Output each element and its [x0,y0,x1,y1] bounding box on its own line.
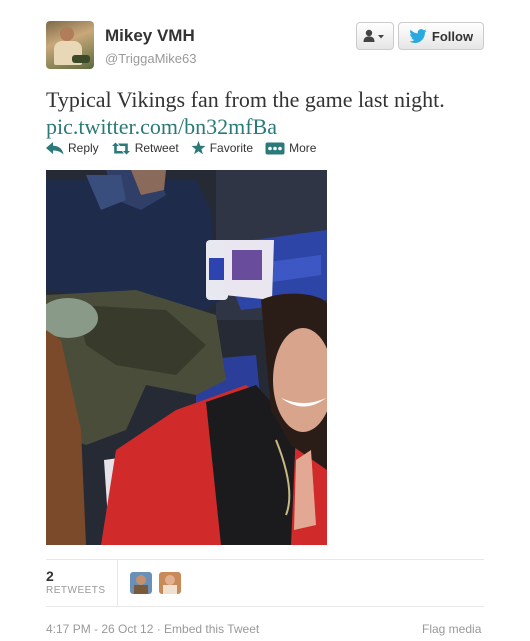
person-dropdown-icon [363,29,384,42]
star-icon [191,141,206,155]
more-label: More [289,141,317,155]
tweet-container: Mikey VMH @TriggaMike63 Follow Typical V… [0,0,530,641]
favorite-label: Favorite [209,141,254,155]
flag-media-link[interactable]: Flag media [422,622,481,636]
reply-label: Reply [68,141,99,155]
retweeter-avatar[interactable] [159,572,181,594]
stats-vertical-divider [117,560,118,606]
tweet-photo[interactable] [46,170,327,545]
user-avatar[interactable] [46,21,94,69]
reply-icon [46,141,64,154]
reply-button[interactable]: Reply [46,141,99,155]
favorite-button[interactable]: Favorite [191,141,253,155]
user-fullname[interactable]: Mikey VMH [105,26,195,46]
user-screenname[interactable]: @TriggaMike63 [105,51,196,66]
retweet-label: Retweet [134,141,179,155]
retweet-button[interactable]: Retweet [111,141,179,155]
user-actions-dropdown[interactable] [356,22,394,50]
tweet-media-link[interactable]: pic.twitter.com/bn32mfBa [46,113,516,140]
retweet-count[interactable]: 2 [46,568,54,584]
tweet-text: Typical Vikings fan from the game last n… [46,86,516,140]
follow-button[interactable]: Follow [398,22,484,50]
twitter-bird-icon [409,29,427,43]
tweet-actions: Reply Retweet Favorite More [46,141,316,155]
tweet-text-body: Typical Vikings fan from the game last n… [46,87,445,112]
more-icon [265,142,285,154]
tweet-meta[interactable]: 4:17 PM - 26 Oct 12 · Embed this Tweet [46,622,259,636]
follow-label: Follow [431,28,474,44]
retweet-count-label[interactable]: RETWEETS [46,585,106,596]
stats-bottom-divider [46,606,484,607]
photo-image [46,170,327,545]
retweet-icon [111,142,130,154]
more-button[interactable]: More [265,141,316,155]
retweeter-avatar[interactable] [130,572,152,594]
stats-top-divider [46,559,484,560]
